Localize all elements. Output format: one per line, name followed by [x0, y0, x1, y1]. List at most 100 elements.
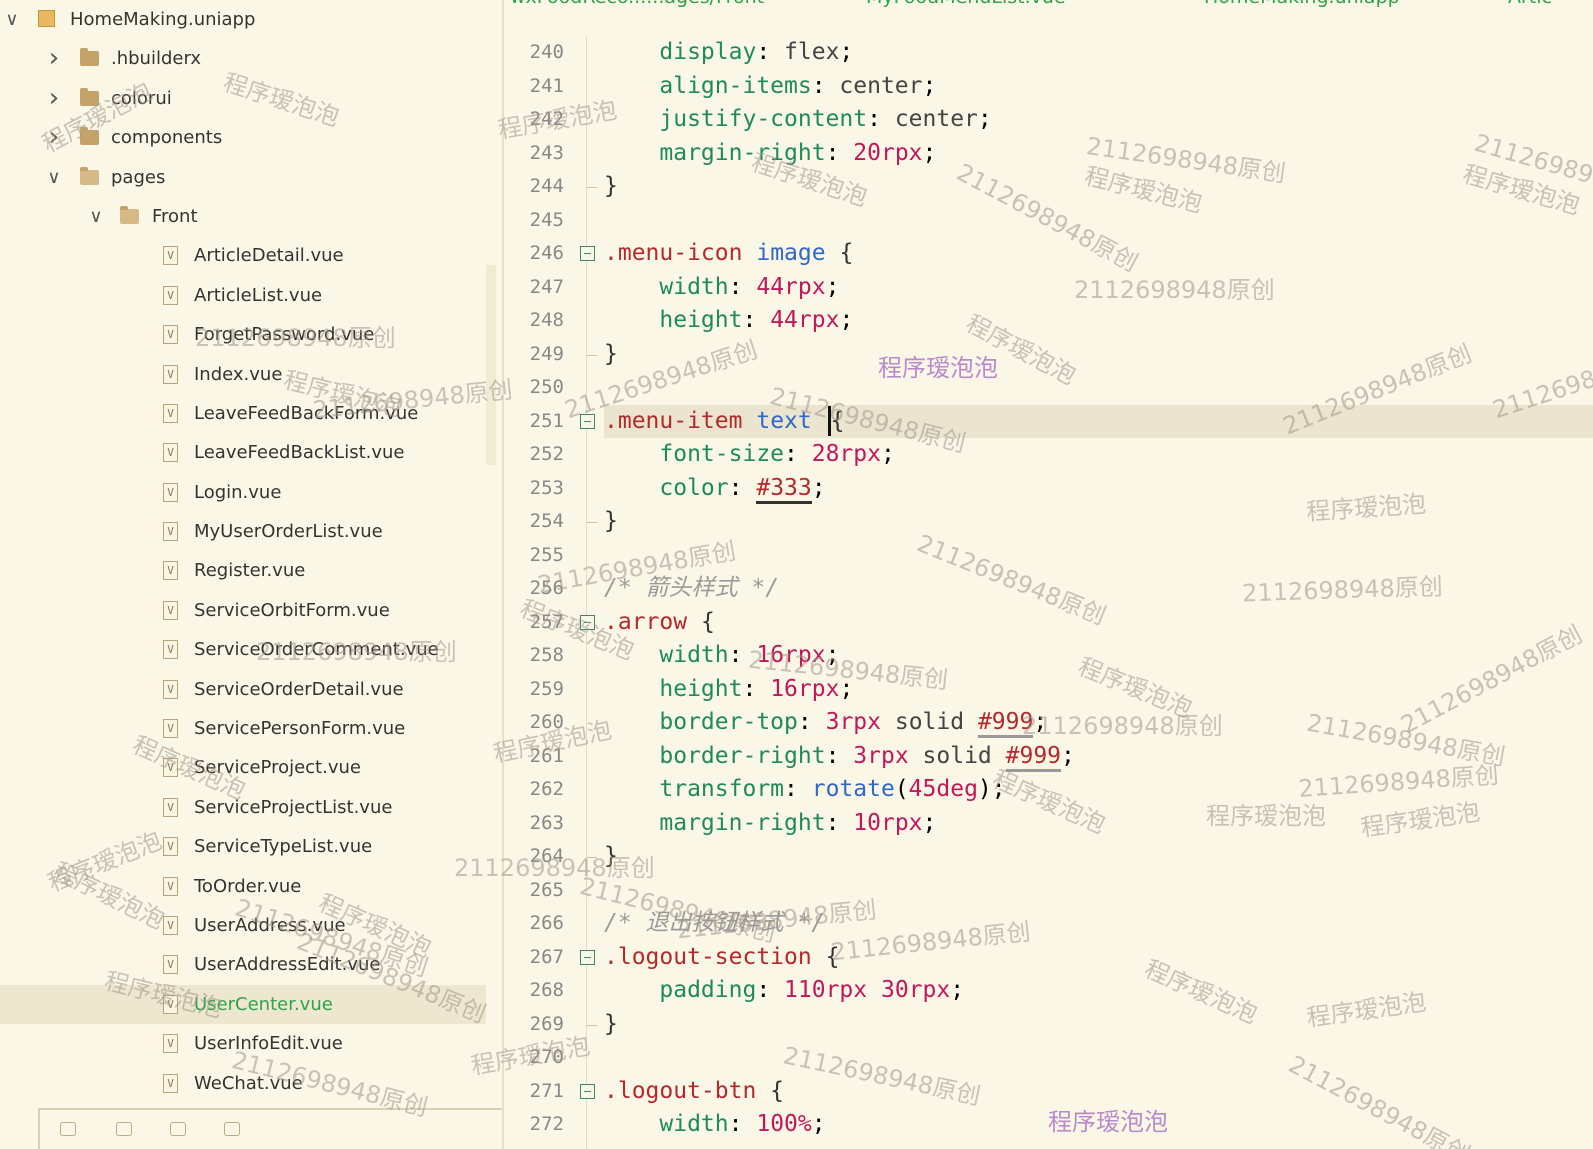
fold-toggle-icon[interactable] — [580, 246, 595, 261]
tree-file-articledetail[interactable]: V ArticleDetail.vue — [0, 236, 502, 275]
code-line-272[interactable]: 272 width: 100%; — [504, 1108, 1593, 1142]
code-line-248[interactable]: 248 height: 44rpx; — [504, 304, 1593, 338]
code-line-259[interactable]: 259 height: 16rpx; — [504, 673, 1593, 707]
line-number: 260 — [529, 711, 564, 733]
code-text: width: 100%; — [659, 1111, 826, 1137]
code-line-258[interactable]: 258 width: 16rpx; — [504, 639, 1593, 673]
chevron-right-icon[interactable]: › — [46, 79, 62, 118]
code-line-246[interactable]: 246 .menu-icon image { — [504, 237, 1593, 271]
tree-file-servicepersonform[interactable]: V ServicePersonForm.vue — [0, 709, 502, 748]
tree-file-login[interactable]: V Login.vue — [0, 473, 502, 512]
tree-file-leavefeedbacklist[interactable]: V LeaveFeedBackList.vue — [0, 433, 502, 472]
code-line-244[interactable]: 244} — [504, 170, 1593, 204]
tree-file-serviceorbitform[interactable]: V ServiceOrbitForm.vue — [0, 591, 502, 630]
code-line-250[interactable]: 250 — [504, 371, 1593, 405]
code-line-247[interactable]: 247 width: 44rpx; — [504, 271, 1593, 305]
code-line-255[interactable]: 255 — [504, 539, 1593, 573]
code-line-268[interactable]: 268 padding: 110rpx 30rpx; — [504, 974, 1593, 1008]
fold-toggle-icon[interactable] — [580, 614, 595, 630]
line-number: 241 — [529, 74, 564, 97]
tree-file-toorder[interactable]: V ToOrder.vue — [0, 867, 502, 906]
gear-icon[interactable] — [116, 1122, 132, 1136]
tree-file-serviceprojectlist[interactable]: V ServiceProjectList.vue — [0, 788, 502, 827]
tree-folder-pages[interactable]: ∨ pages — [0, 158, 502, 197]
line-number: 254 — [529, 510, 564, 532]
vue-file-icon: V — [163, 285, 178, 305]
fold-toggle-icon[interactable] — [580, 949, 595, 965]
tree-file-useraddressedit[interactable]: V UserAddressEdit.vue — [0, 945, 502, 984]
tree-file-articlelist[interactable]: V ArticleList.vue — [0, 276, 502, 315]
code-line-261[interactable]: 261 border-right: 3rpx solid #999; — [504, 740, 1593, 774]
tree-file-usercenter[interactable]: V UserCenter.vue — [0, 984, 486, 1025]
tree-file-wechat[interactable]: V WeChat.vue — [0, 1064, 502, 1103]
code-line-251[interactable]: 251 .menu-item text { — [530, 404, 1593, 438]
refresh-icon[interactable] — [170, 1122, 186, 1136]
tree-file-myuserorderlist[interactable]: V MyUserOrderList.vue — [0, 512, 502, 551]
globe-icon[interactable] — [224, 1122, 240, 1136]
tree-file-register-label: Register.vue — [194, 560, 306, 582]
code-text: .arrow { — [604, 608, 715, 635]
tree-folder-components[interactable]: › components — [0, 118, 502, 157]
tree-file-index[interactable]: V Index.vue — [0, 355, 502, 394]
editor-tabbar: wxFoodReco......ages/Front MyFoodMenuLis… — [504, 0, 1593, 12]
tab-myfoodmenulist[interactable]: MyFoodMenuList.vue — [866, 0, 1066, 8]
vue-file-icon: V — [163, 758, 178, 778]
code-editor[interactable]: wxFoodReco......ages/Front MyFoodMenuLis… — [504, 0, 1593, 1149]
code-text: display: flex; — [659, 39, 854, 65]
code-line-260[interactable]: 260 border-top: 3rpx solid #999; — [504, 706, 1593, 740]
code-line-256[interactable]: 256 /* 箭头样式 */ — [504, 572, 1593, 606]
tree-folder-front-label: Front — [152, 205, 198, 227]
code-line-252[interactable]: 252 font-size: 28rpx; — [504, 438, 1593, 472]
tree-folder-hbuilderx[interactable]: › .hbuilderx — [0, 39, 502, 78]
fold-toggle-icon[interactable] — [580, 1083, 595, 1099]
chevron-right-icon[interactable]: › — [46, 118, 62, 157]
code-line-242[interactable]: 242 justify-content: center; — [504, 103, 1593, 137]
chevron-down-icon[interactable]: ∨ — [88, 197, 104, 236]
tree-file-userinfoedit[interactable]: V UserInfoEdit.vue — [0, 1024, 502, 1063]
tab-homemaking[interactable]: HomeMaking.uniapp — [1204, 0, 1400, 8]
bug-icon[interactable] — [60, 1122, 76, 1136]
chevron-right-icon[interactable]: › — [46, 39, 62, 78]
folder-open-icon — [120, 205, 139, 224]
code-line-269[interactable]: 269} — [504, 1008, 1593, 1042]
code-text: height: 44rpx; — [659, 307, 854, 333]
code-line-265[interactable]: 265 — [504, 874, 1593, 908]
line-number: 263 — [529, 811, 564, 834]
tree-file-serviceorderdetail[interactable]: V ServiceOrderDetail.vue — [0, 670, 502, 709]
code-line-245[interactable]: 245 — [504, 204, 1593, 238]
code-line-270[interactable]: 270 — [504, 1041, 1593, 1075]
line-number: 272 — [529, 1113, 564, 1135]
code-line-253[interactable]: 253 color: #333; — [504, 472, 1593, 506]
code-line-266[interactable]: 266 /* 退出按钮样式 */ — [504, 907, 1593, 941]
fold-toggle-icon[interactable] — [580, 413, 595, 429]
explorer-scrollbar[interactable] — [486, 265, 496, 465]
tree-file-register[interactable]: V Register.vue — [0, 551, 502, 590]
tab-wxfoodreco[interactable]: wxFoodReco......ages/Front — [510, 0, 764, 8]
code-line-240[interactable]: 240 display: flex; — [504, 36, 1593, 70]
code-line-254[interactable]: 254} — [504, 505, 1593, 539]
chevron-down-icon[interactable]: ∨ — [4, 0, 20, 39]
code-line-241[interactable]: 241 align-items: center; — [504, 70, 1593, 104]
code-line-243[interactable]: 243 margin-right: 20rpx; — [504, 137, 1593, 171]
code-line-271[interactable]: 271 .logout-btn { — [504, 1075, 1593, 1109]
code-line-264[interactable]: 264} — [504, 840, 1593, 874]
tree-project[interactable]: ∨ HomeMaking.uniapp — [0, 0, 502, 39]
tab-artic[interactable]: Artic — [1508, 0, 1552, 8]
chevron-down-icon[interactable]: ∨ — [46, 158, 62, 197]
line-number: 259 — [529, 677, 564, 700]
tree-file-forgetpassword[interactable]: V ForgetPassword.vue — [0, 315, 502, 354]
code-line-263[interactable]: 263 margin-right: 10rpx; — [504, 807, 1593, 841]
vue-file-icon: V — [163, 797, 178, 817]
tree-file-servicetypelist[interactable]: V ServiceTypeList.vue — [0, 827, 502, 866]
tree-file-serviceordercomment[interactable]: V ServiceOrderComment.vue — [0, 630, 502, 669]
tree-folder-colorui[interactable]: › colorui — [0, 79, 502, 118]
code-line-257[interactable]: 257 .arrow { — [504, 606, 1593, 640]
tree-file-leavefeedbackform[interactable]: V LeaveFeedBackForm.vue — [0, 394, 502, 433]
code-line-262[interactable]: 262 transform: rotate(45deg); — [504, 773, 1593, 807]
code-line-249[interactable]: 249} — [504, 338, 1593, 372]
tree-file-useraddress[interactable]: V UserAddress.vue — [0, 906, 502, 945]
tree-file-serviceproject[interactable]: V ServiceProject.vue — [0, 748, 502, 787]
tree-folder-front[interactable]: ∨ Front — [0, 197, 502, 236]
tree-folder-hbuilderx-label: .hbuilderx — [111, 48, 202, 70]
code-line-267[interactable]: 267 .logout-section { — [504, 941, 1593, 975]
